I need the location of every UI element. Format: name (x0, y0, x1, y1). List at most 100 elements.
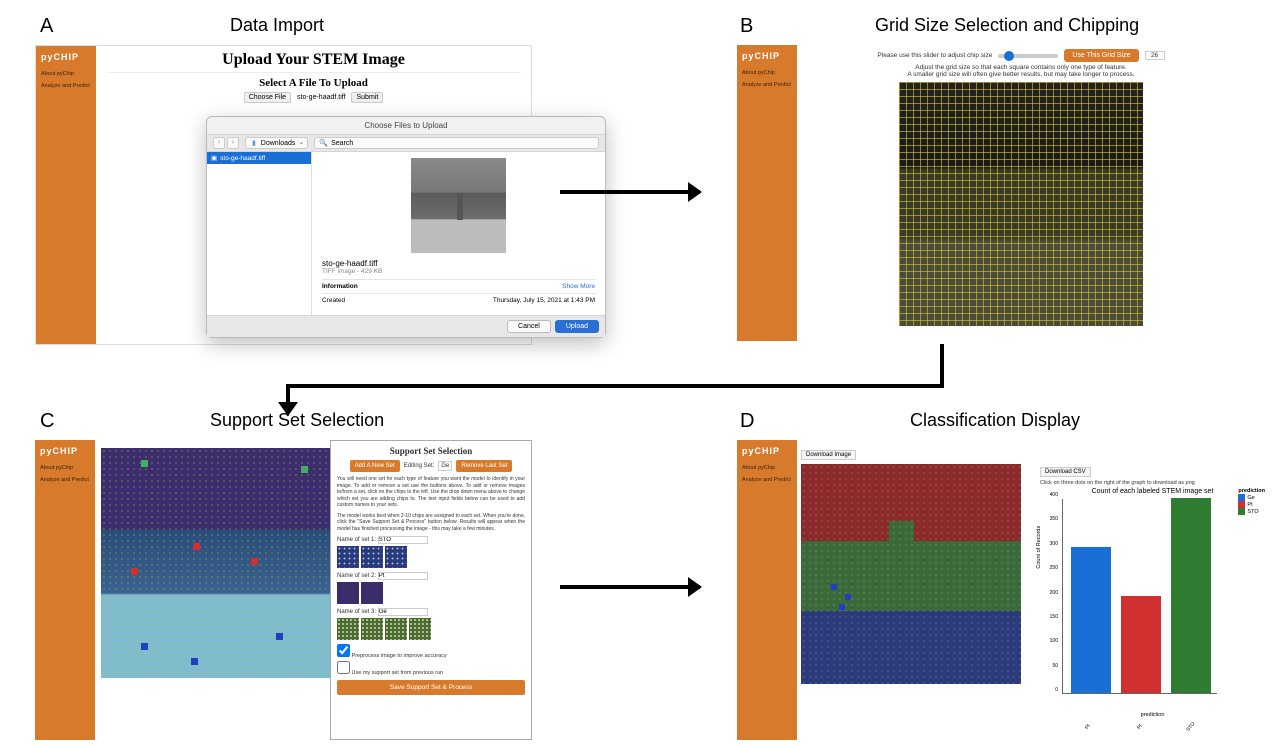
speck (845, 594, 851, 600)
file-item-label: sto-ge-haadf.tiff (220, 155, 265, 162)
chart-title: Count of each labeled STEM image set (1040, 488, 1265, 495)
slider-thumb[interactable] (1004, 51, 1014, 61)
bar-plot (1062, 499, 1217, 694)
chip-marker-pt[interactable] (131, 568, 138, 575)
legend-label-ge: Ge (1247, 495, 1254, 501)
legend-label-pt: Pt (1247, 502, 1252, 508)
forward-icon[interactable]: › (227, 137, 239, 149)
created-label: Created (322, 297, 345, 304)
created-value: Thursday, July 15, 2021 at 1:43 PM (493, 297, 595, 304)
sidebar-item-analyze[interactable]: Analyze and Predict (39, 80, 93, 92)
support-image[interactable] (101, 448, 331, 678)
dialog-footer: Cancel Upload (207, 315, 605, 337)
location-label: Downloads (261, 140, 296, 147)
bar (1121, 596, 1161, 694)
use-grid-button[interactable]: Use This Grid Size (1064, 49, 1138, 62)
preprocess-checkbox[interactable]: Preprocess image to improve accuracy (337, 644, 525, 659)
save-process-button[interactable]: Save Support Set & Process (337, 680, 525, 695)
search-placeholder: Search (331, 140, 353, 147)
grid-size-slider[interactable] (998, 54, 1058, 58)
sidebar-item-about[interactable]: About pyChip (39, 68, 93, 80)
file-select-row: Choose File sto-ge-haadf.tiff Submit (106, 92, 521, 103)
set2-input[interactable] (378, 572, 428, 580)
y-tick: 0 (1055, 687, 1058, 693)
download-image-button[interactable]: Download Image (801, 450, 856, 460)
chip-thumb[interactable] (337, 546, 359, 568)
chip-marker-sto[interactable] (191, 658, 198, 665)
sidebar-item-about[interactable]: About pyChip (740, 67, 794, 79)
grid-overlay (899, 82, 1143, 326)
add-set-button[interactable]: Add A New Set (350, 460, 400, 472)
logo: pyCHIP (740, 51, 794, 61)
set-block-3: Name of set 3: (337, 608, 525, 640)
chip-thumb[interactable] (361, 546, 383, 568)
preview-thumbnail (411, 158, 506, 253)
panel-D-main: Download Image (797, 440, 1037, 740)
sidebar: pyCHIP About pyChip Analyze and Predict (35, 440, 95, 740)
page-subtitle: Select A File To Upload (106, 77, 521, 89)
chip-thumb[interactable] (409, 618, 431, 640)
chip-thumb[interactable] (337, 618, 359, 640)
dialog-title: Choose Files to Upload (207, 117, 605, 134)
file-item[interactable]: ▣ sto-ge-haadf.tiff (207, 152, 311, 164)
legend-swatch-pt (1238, 501, 1245, 508)
chip-marker-pt[interactable] (193, 543, 200, 550)
y-tick: 350 (1050, 516, 1058, 522)
title-D: Classification Display (910, 410, 1080, 431)
dialog-body: ▣ sto-ge-haadf.tiff sto-ge-haadf.tiff TI… (207, 152, 605, 315)
set1-input[interactable] (378, 536, 428, 544)
use-prev-checkbox[interactable]: Use my support set from previous run (337, 661, 525, 676)
chip-thumb[interactable] (385, 618, 407, 640)
back-icon[interactable]: ‹ (213, 137, 225, 149)
location-select[interactable]: ▮ Downloads (245, 137, 308, 149)
page-title: Upload Your STEM Image (106, 51, 521, 73)
panel-B-main: Please use this slider to adjust chip si… (797, 45, 1245, 341)
sidebar: pyCHIP About pyChip Analyze and Predict (737, 440, 797, 740)
editing-label: Editing Set: (404, 463, 435, 469)
speck (831, 584, 837, 590)
chip-thumb[interactable] (337, 582, 359, 604)
sidebar-item-about[interactable]: About pyChip (38, 462, 92, 474)
chip-thumb[interactable] (361, 618, 383, 640)
checks: Preprocess image to improve accuracy Use… (337, 644, 525, 676)
upload-button[interactable]: Upload (555, 320, 599, 333)
choose-file-button[interactable]: Choose File (244, 92, 291, 103)
y-ticks: 050100150200250300350400 (1040, 460, 1060, 720)
chip-marker-ge[interactable] (141, 460, 148, 467)
y-tick: 300 (1050, 541, 1058, 547)
set-block-2: Name of set 2: (337, 572, 525, 604)
sidebar-item-about[interactable]: About pyChip (740, 462, 794, 474)
support-set-panel: Support Set Selection Add A New Set Edit… (330, 440, 532, 740)
grid-size-value[interactable]: 26 (1145, 51, 1165, 60)
chip-marker-ge[interactable] (301, 466, 308, 473)
remove-set-button[interactable]: Remove Last Set (456, 460, 512, 472)
sidebar-item-analyze[interactable]: Analyze and Predict (740, 474, 794, 486)
label-A: A (40, 15, 53, 38)
file-dialog: Choose Files to Upload ‹ › ▮ Downloads 🔍… (206, 116, 606, 338)
chip-thumb[interactable] (361, 582, 383, 604)
set3-input[interactable] (378, 608, 428, 616)
chip-marker-pt[interactable] (251, 558, 258, 565)
chip-marker-sto[interactable] (276, 633, 283, 640)
x-labels: PtPtSTO (1062, 724, 1217, 730)
editing-set-select[interactable]: Ge (438, 461, 452, 471)
cancel-button[interactable]: Cancel (507, 320, 551, 333)
chart-legend: prediction Ge Pt STO (1238, 488, 1265, 515)
show-more-link[interactable]: Show More (562, 283, 595, 290)
submit-button[interactable]: Submit (351, 92, 383, 103)
y-axis-label: Count of Records (1036, 526, 1042, 569)
sidebar-item-analyze[interactable]: Analyze and Predict (38, 474, 92, 486)
nav-arrows: ‹ › (213, 137, 239, 149)
label-B: B (740, 15, 753, 38)
label-D: D (740, 410, 754, 433)
file-preview: sto-ge-haadf.tiff TIFF image - 429 KB In… (312, 152, 605, 315)
chip-marker-sto[interactable] (141, 643, 148, 650)
chip-thumb[interactable] (385, 546, 407, 568)
classification-image (801, 464, 1021, 684)
arrow-C-to-D (560, 585, 700, 589)
search-field[interactable]: 🔍 Search (314, 137, 599, 149)
grid-controls: Please use this slider to adjust chip si… (803, 49, 1239, 78)
results-chart-panel: Download CSV Click on three dots on the … (1040, 460, 1265, 720)
selected-file-name: sto-ge-haadf.tiff (297, 94, 346, 101)
sidebar-item-analyze[interactable]: Analyze and Predict (740, 79, 794, 91)
